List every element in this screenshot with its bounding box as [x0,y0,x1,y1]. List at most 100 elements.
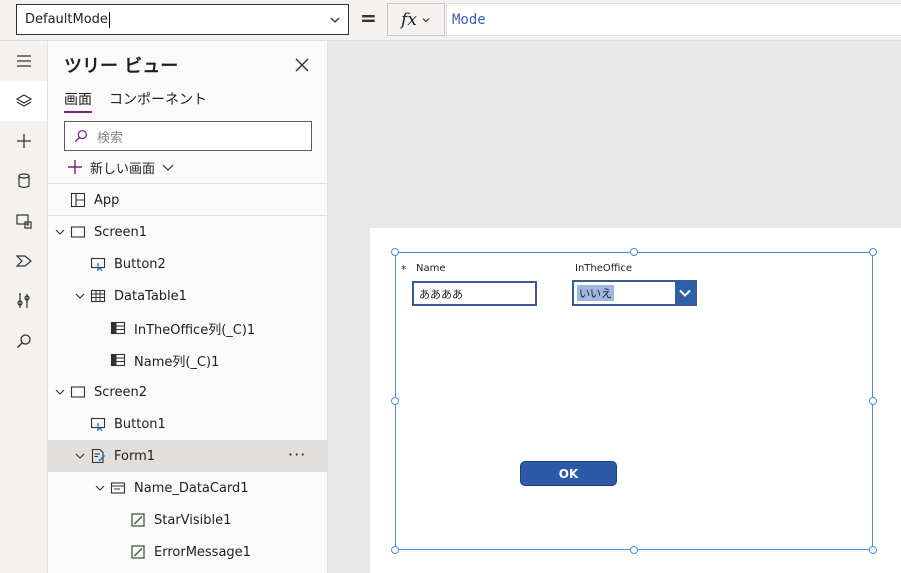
tree-item-label: Screen2 [94,384,147,400]
tree-item-form1[interactable]: Form1 ··· [48,440,328,472]
tree-item-label: Name列(_C)1 [134,354,220,370]
media-button[interactable] [0,201,47,241]
tree-item-label: App [94,192,120,208]
tree-item-label: Button2 [114,256,166,272]
chevron-down-icon[interactable] [54,226,66,238]
button-icon [90,417,106,432]
resize-handle[interactable] [869,397,877,405]
insert-button[interactable] [0,121,47,161]
tree-item-screen1[interactable]: Screen1 [48,216,328,248]
search-icon [16,334,31,348]
tools-icon [16,293,30,308]
form1-selection[interactable]: * Name ああああ InTheOffice いいえ OK [391,248,877,554]
app-icon [70,192,86,208]
tree-item-label: Name_DataCard1 [134,480,249,496]
column-icon [110,353,126,367]
chevron-down-icon [330,17,340,23]
more-options-icon[interactable]: ··· [288,445,306,464]
tab-screens[interactable]: 画面 [64,89,92,113]
search-placeholder: 検索 [97,130,124,146]
tree-item-name-datacard1[interactable]: Name_DataCard1 [48,472,328,504]
datacard-icon [110,482,126,494]
tree-item-label: Button1 [114,416,166,432]
powerapps-studio: DefaultMode = fx Mode ツリー ビュー 画面 コンポーネント… [0,0,901,573]
chevron-down-icon[interactable] [54,386,66,398]
resize-handle[interactable] [630,248,638,256]
button-icon [90,257,106,272]
intheoffice-dropdown[interactable]: いいえ [572,280,697,306]
resize-handle[interactable] [869,546,877,554]
screen-preview: * Name ああああ InTheOffice いいえ OK [370,228,901,573]
edit-icon [131,545,145,559]
chevron-down-icon[interactable] [74,450,86,462]
power-automate-button[interactable] [0,241,47,281]
left-rail [0,41,48,573]
table-icon [90,289,106,303]
tree-item-errormessage1[interactable]: ErrorMessage1 [48,536,328,568]
layers-icon [15,94,32,107]
new-screen-button[interactable]: 新しい画面 [66,157,175,177]
media-icon [15,214,32,229]
dropdown-chevron[interactable] [675,282,695,304]
hamburger-icon [16,55,31,67]
chevron-down-icon [162,164,174,171]
tree-item-button2[interactable]: Button2 [48,248,328,280]
resize-handle[interactable] [869,248,877,256]
power-automate-icon [15,255,32,267]
tree-view-panel: ツリー ビュー 画面 コンポーネント 検索 新しい画面 App Screen1 [48,41,328,573]
tree-item-label: ErrorMessage1 [154,544,251,560]
tree-item-intheoffice-column[interactable]: InTheOffice列(_C)1 [48,312,328,344]
menu-button[interactable] [0,41,47,81]
tree-item-button1[interactable]: Button1 [48,408,328,440]
database-icon [17,173,30,189]
equals-sign: = [360,6,377,30]
formula-input[interactable]: Mode [446,3,901,36]
property-name: DefaultMode [25,12,108,27]
property-dropdown[interactable]: DefaultMode [16,4,349,35]
search-icon [74,130,87,143]
tree-item-label: DataTable1 [114,288,187,304]
close-icon[interactable] [293,56,311,74]
tree-item-label: Screen1 [94,224,147,240]
name-input[interactable]: ああああ [412,281,537,306]
resize-handle[interactable] [630,546,638,554]
advanced-tools-button[interactable] [0,281,47,321]
tree-view-button[interactable] [0,81,47,121]
resize-handle[interactable] [391,546,399,554]
required-star: * [401,263,407,276]
tree-item-label: InTheOffice列(_C)1 [134,322,256,338]
tree-item-datatable1[interactable]: DataTable1 [48,280,328,312]
screen-icon [70,226,86,238]
tree-item-app[interactable]: App [48,184,328,216]
chevron-down-icon[interactable] [94,482,106,494]
new-screen-label: 新しい画面 [90,161,156,177]
resize-handle[interactable] [391,397,399,405]
intheoffice-label: InTheOffice [575,263,633,274]
search-input[interactable]: 検索 [64,121,312,151]
data-button[interactable] [0,161,47,201]
tree-item-starvisible1[interactable]: StarVisible1 [48,504,328,536]
canvas-area: * Name ああああ InTheOffice いいえ OK [328,41,901,573]
tree-item-label: Form1 [114,448,156,464]
search-button[interactable] [0,321,47,361]
ok-button[interactable]: OK [520,461,617,486]
edit-icon [131,513,145,527]
chevron-down-icon [679,289,691,297]
form-icon [91,448,105,464]
tab-components[interactable]: コンポーネント [109,89,207,109]
fx-button[interactable]: fx [387,3,445,36]
dropdown-value: いいえ [577,285,614,301]
text-caret [108,11,110,28]
name-label: Name [416,263,446,274]
tree-item-name-column[interactable]: Name列(_C)1 [48,344,328,376]
column-icon [110,321,126,335]
chevron-down-icon [422,17,430,22]
tree-item-screen2[interactable]: Screen2 [48,376,328,408]
fx-label: fx [401,9,417,30]
chevron-down-icon[interactable] [74,290,86,302]
plus-icon [16,134,31,148]
panel-title: ツリー ビュー [64,56,179,77]
tree-item-label: StarVisible1 [154,512,232,528]
plus-icon [68,160,82,174]
resize-handle[interactable] [391,248,399,256]
